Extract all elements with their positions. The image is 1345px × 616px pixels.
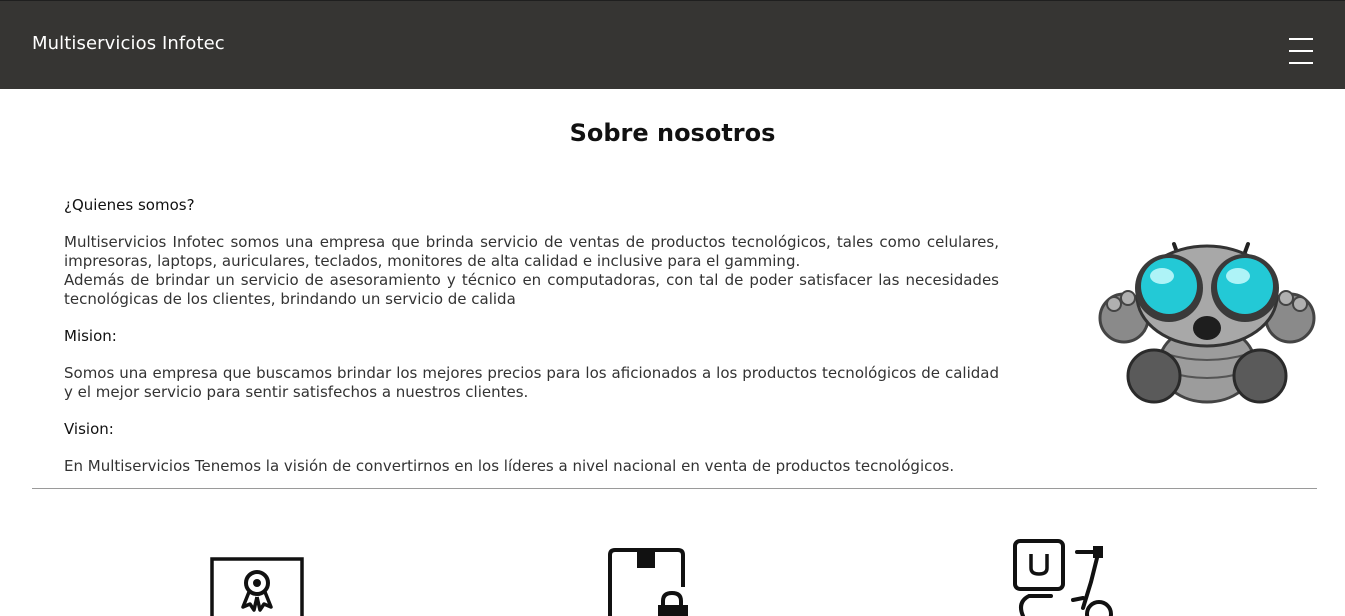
vision-text: En Multiservicios Tenemos la visión de c… [64,457,955,475]
page-title: Sobre nosotros [569,119,776,147]
robot-mascot-icon [1098,242,1316,404]
mission-heading: Mision: [64,327,117,345]
vision-heading: Vision: [64,420,114,438]
delivery-scooter-icon [1013,539,1113,616]
hamburger-menu-icon[interactable] [1289,38,1317,64]
mission-text: Somos una empresa que buscamos brindar l… [64,364,999,401]
who-text-1: Multiservicios Infotec somos una empresa… [64,233,999,270]
navbar: Multiservicios Infotec [0,0,1345,89]
hamburger-line [1289,38,1313,40]
section-divider [32,488,1317,489]
about-section: ¿Quienes somos? Multiservicios Infotec s… [64,196,999,476]
who-heading: ¿Quienes somos? [64,196,195,214]
hamburger-line [1289,62,1313,64]
secure-phone-icon [608,548,688,616]
who-text-2: Además de brindar un servicio de asesora… [64,271,999,308]
certificate-icon [210,557,304,616]
who-text: Multiservicios Infotec somos una empresa… [64,233,999,309]
brand-link[interactable]: Multiservicios Infotec [32,33,225,54]
hamburger-line [1289,50,1313,52]
